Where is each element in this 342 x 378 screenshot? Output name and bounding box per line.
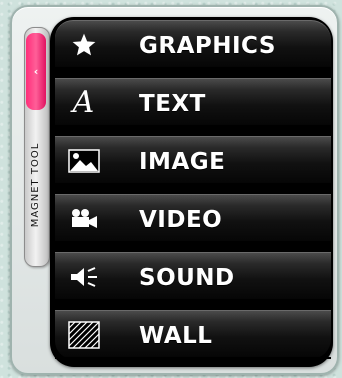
text-a-icon: A (72, 85, 95, 120)
collapse-button[interactable]: ‹ (26, 33, 46, 110)
image-icon (61, 141, 106, 181)
menu-item-sound[interactable]: SOUND (55, 252, 331, 301)
wall-pattern-icon (61, 315, 106, 355)
menu-item-image[interactable]: IMAGE (55, 136, 331, 185)
menu-item-label: VIDEO (139, 207, 223, 233)
menu-item-graphics[interactable]: GRAPHICS (55, 20, 331, 69)
menu-item-label: TEXT (139, 91, 206, 117)
menu-item-label: IMAGE (139, 149, 226, 175)
menu-item-text[interactable]: A TEXT (55, 78, 331, 127)
speaker-icon (61, 257, 106, 297)
menu-item-label: GRAPHICS (139, 33, 276, 59)
menu-item-label: WALL (139, 323, 213, 349)
magnet-tool-label: MAGNET TOOL (30, 142, 41, 228)
menu-item-label: SOUND (139, 265, 235, 291)
star-icon (61, 25, 106, 65)
chevron-left-icon: ‹ (33, 65, 39, 78)
menu-item-video[interactable]: VIDEO (55, 194, 331, 243)
menu-item-wall[interactable]: WALL (55, 310, 331, 359)
video-camera-icon (61, 199, 106, 239)
